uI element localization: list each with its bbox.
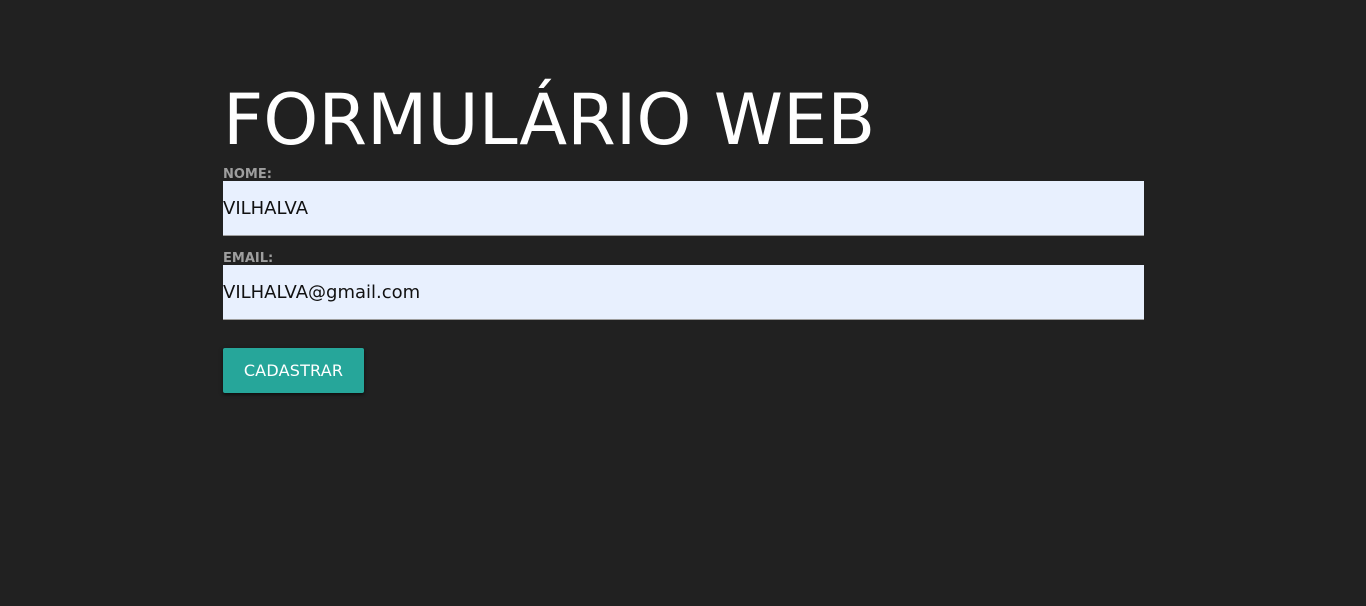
email-label: EMAIL: (223, 251, 274, 266)
nome-label: NOME: (223, 167, 272, 182)
page-title: FORMULÁRIO WEB (223, 79, 876, 161)
cadastrar-button[interactable]: CADASTRAR (223, 348, 364, 393)
email-input[interactable] (223, 265, 1144, 320)
nome-input[interactable] (223, 181, 1144, 236)
